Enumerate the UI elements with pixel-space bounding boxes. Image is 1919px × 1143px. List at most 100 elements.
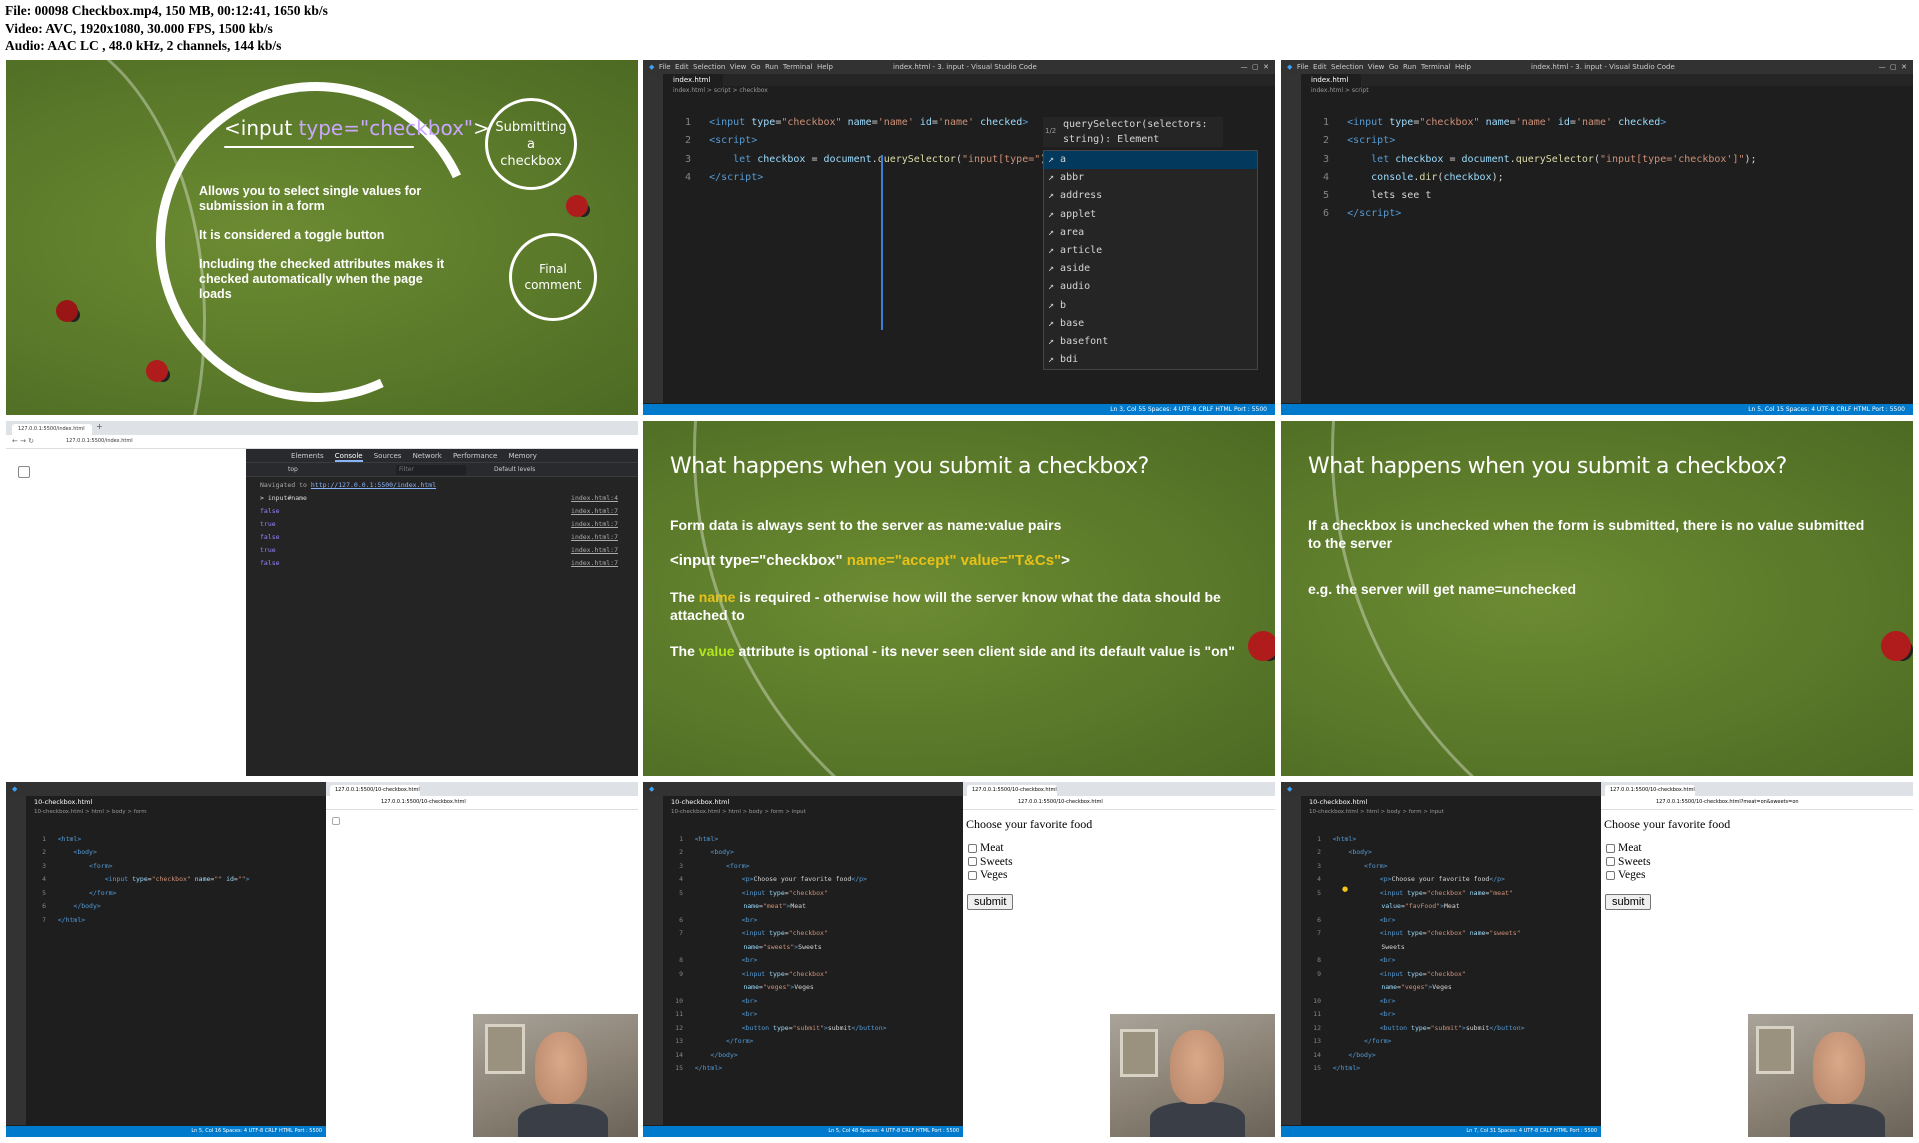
lightbulb-icon[interactable]: ●: [1342, 885, 1348, 893]
bullet-text: It is considered a toggle button: [199, 228, 385, 242]
title-bar: ◆ File Edit Selection View Go Run Termin…: [1281, 60, 1913, 74]
code-editor[interactable]: 1 <html> 2 <body> 3 <form> 4 <input type…: [32, 819, 250, 927]
vscode-pane: ◆ 10-checkbox.html 10-checkbox.html > ht…: [6, 782, 326, 1137]
suggestion-item[interactable]: ↗ address: [1044, 187, 1257, 205]
browser-tab-strip: 127.0.0.1:5500/index.html +: [6, 421, 638, 435]
status-bar: Ln 7, Col 31 Spaces: 4 UTF-8 CRLF HTML P…: [1281, 1126, 1601, 1137]
code-editor[interactable]: 1 <input type="checkbox" name='name' id=…: [1311, 96, 1757, 223]
console-row: false index.html:7: [260, 507, 618, 515]
page-checkbox[interactable]: [332, 817, 340, 825]
slide-title: <input type="checkbox">: [224, 116, 490, 140]
browser-tab[interactable]: 127.0.0.1:5500/index.html: [12, 424, 92, 435]
option-veges[interactable]: Veges: [968, 869, 1013, 883]
bubble-submitting: Submitting a checkbox: [485, 98, 577, 190]
suggestion-item[interactable]: ↗ area: [1044, 224, 1257, 242]
nav-buttons-icon[interactable]: ← → ↻: [12, 437, 34, 445]
vscode-window-console-dir: ◆ File Edit Selection View Go Run Termin…: [1281, 60, 1913, 415]
checkbox[interactable]: [968, 857, 977, 867]
form-question: Choose your favorite food: [966, 817, 1093, 831]
activity-bar[interactable]: [1281, 796, 1301, 1125]
split-editor-browser: ◆ 10-checkbox.html 10-checkbox.html > ht…: [6, 782, 638, 1137]
food-options: Meat Sweets Veges: [968, 842, 1013, 883]
title-bar: ◆ File Edit Selection View Go Run Termin…: [643, 60, 1275, 74]
vscode-pane: ◆ 10-checkbox.html 10-checkbox.html > ht…: [643, 782, 963, 1137]
address-bar[interactable]: ← → ↻ 127.0.0.1:5500/index.html: [6, 435, 638, 449]
suggestion-item[interactable]: ↗ abbr: [1044, 169, 1257, 187]
slide-submit-checkbox: What happens when you submit a checkbox?…: [643, 421, 1275, 776]
video-info-line: Video: AVC, 1920x1080, 30.000 FPS, 1500 …: [5, 20, 273, 36]
slide-body: If a checkbox is unchecked when the form…: [1308, 517, 1865, 597]
audio-info-line: Audio: AAC LC , 48.0 kHz, 2 channels, 14…: [5, 38, 282, 53]
window-title: index.html - 3. input - Visual Studio Co…: [893, 63, 1037, 71]
file-info-header: File: 00098 Checkbox.mp4, 150 MB, 00:12:…: [5, 2, 328, 55]
address-bar[interactable]: 127.0.0.1:5500/10-checkbox.html: [963, 796, 1275, 810]
code-editor[interactable]: 1 <input type="checkbox" name='name' id=…: [673, 96, 1046, 187]
code-editor[interactable]: 1 <html> 2 <body> 3 <form> 4 <p>Choose y…: [669, 819, 886, 1076]
checkbox[interactable]: [1606, 870, 1615, 880]
slide-heading: What happens when you submit a checkbox?: [1308, 454, 1787, 479]
split-editor-form-preview: ◆ 10-checkbox.html 10-checkbox.html > ht…: [643, 782, 1275, 1137]
page-checkbox[interactable]: [18, 466, 30, 478]
editor-tab[interactable]: 10-checkbox.html: [1301, 796, 1371, 808]
signature-hint: querySelector(selectors: string): Elemen…: [1043, 117, 1223, 147]
form-question: Choose your favorite food: [1604, 817, 1731, 831]
activity-bar[interactable]: [1281, 74, 1301, 403]
console-row: > input#name index.html:4: [260, 494, 618, 502]
file-info-line: File: 00098 Checkbox.mp4, 150 MB, 00:12:…: [5, 3, 328, 18]
presenter-webcam: [473, 1014, 638, 1137]
suggestion-item[interactable]: ↗ basefont: [1044, 333, 1257, 351]
suggestion-list[interactable]: ↗ a ↗ abbr ↗ address ↗ applet ↗ area ↗ a…: [1043, 150, 1258, 370]
breadcrumb: 10-checkbox.html > html > body > form: [34, 809, 147, 815]
bullet-text: Allows you to select single values for s…: [199, 184, 422, 213]
console-toolbar[interactable]: top Filter Default levels: [246, 463, 638, 477]
checkbox[interactable]: [1606, 843, 1615, 853]
activity-bar[interactable]: [643, 74, 663, 403]
checkbox[interactable]: [968, 843, 977, 853]
browser-devtools-window: 127.0.0.1:5500/index.html + ← → ↻ 127.0.…: [6, 421, 638, 776]
slide-heading: What happens when you submit a checkbox?: [670, 454, 1149, 479]
slide-unchecked-checkbox: What happens when you submit a checkbox?…: [1281, 421, 1913, 776]
breadcrumb: index.html > script > checkbox: [673, 87, 768, 94]
breadcrumb: 10-checkbox.html > html > body > form > …: [1309, 809, 1444, 815]
checkbox[interactable]: [1606, 857, 1615, 867]
activity-bar[interactable]: [6, 796, 26, 1125]
split-editor-form-submitted: ◆ 10-checkbox.html 10-checkbox.html > ht…: [1281, 782, 1913, 1137]
bubble-final-comment: Final comment: [509, 233, 597, 321]
editor-tab[interactable]: 10-checkbox.html: [26, 796, 96, 808]
suggestion-item[interactable]: ↗ b: [1044, 297, 1257, 315]
suggestion-item[interactable]: ↗ applet: [1044, 206, 1257, 224]
editor-tab[interactable]: index.html: [663, 74, 723, 86]
vscode-pane: ◆ 10-checkbox.html 10-checkbox.html > ht…: [1281, 782, 1601, 1137]
option-meat[interactable]: Meat: [1606, 842, 1651, 856]
address-bar[interactable]: 127.0.0.1:5500/10-checkbox.html: [326, 796, 638, 810]
submit-button[interactable]: submit: [1605, 894, 1652, 910]
console-row: false index.html:7: [260, 533, 618, 541]
suggestion-item[interactable]: ↗ article: [1044, 242, 1257, 260]
window-controls[interactable]: — ▢ ✕: [1879, 60, 1907, 74]
devtools-tabs[interactable]: Elements Console Sources Network Perform…: [246, 449, 638, 463]
activity-bar[interactable]: [643, 796, 663, 1125]
submit-button[interactable]: submit: [967, 894, 1014, 910]
console-row: true index.html:7: [260, 520, 618, 528]
address-bar[interactable]: 127.0.0.1:5500/10-checkbox.html?meat=on&…: [1601, 796, 1913, 810]
window-controls[interactable]: — ▢ ✕: [1241, 60, 1269, 74]
presenter-webcam: [1748, 1014, 1913, 1137]
suggestion-item[interactable]: ↗ aside: [1044, 260, 1257, 278]
option-veges[interactable]: Veges: [1606, 869, 1651, 883]
code-editor[interactable]: 1 <html> 2 <body> 3 <form> 4 <p>Choose y…: [1307, 819, 1524, 1076]
status-bar: Ln 3, Col 55 Spaces: 4 UTF-8 CRLF HTML P…: [643, 404, 1275, 415]
suggestion-item[interactable]: ↗ a: [1044, 151, 1257, 170]
suggestion-item[interactable]: ↗ base: [1044, 315, 1257, 333]
option-sweets[interactable]: Sweets: [968, 856, 1013, 870]
new-tab-icon[interactable]: +: [96, 422, 103, 431]
option-meat[interactable]: Meat: [968, 842, 1013, 856]
presenter-webcam: [1110, 1014, 1275, 1137]
slide-input-checkbox: <input type="checkbox"> Allows you to se…: [6, 60, 638, 415]
checkbox[interactable]: [968, 870, 977, 880]
editor-tab[interactable]: index.html: [1301, 74, 1361, 86]
editor-tab[interactable]: 10-checkbox.html: [663, 796, 733, 808]
option-sweets[interactable]: Sweets: [1606, 856, 1651, 870]
devtools-panel: Elements Console Sources Network Perform…: [246, 449, 638, 776]
suggestion-item[interactable]: ↗ bdi: [1044, 351, 1257, 369]
suggestion-item[interactable]: ↗ audio: [1044, 278, 1257, 296]
